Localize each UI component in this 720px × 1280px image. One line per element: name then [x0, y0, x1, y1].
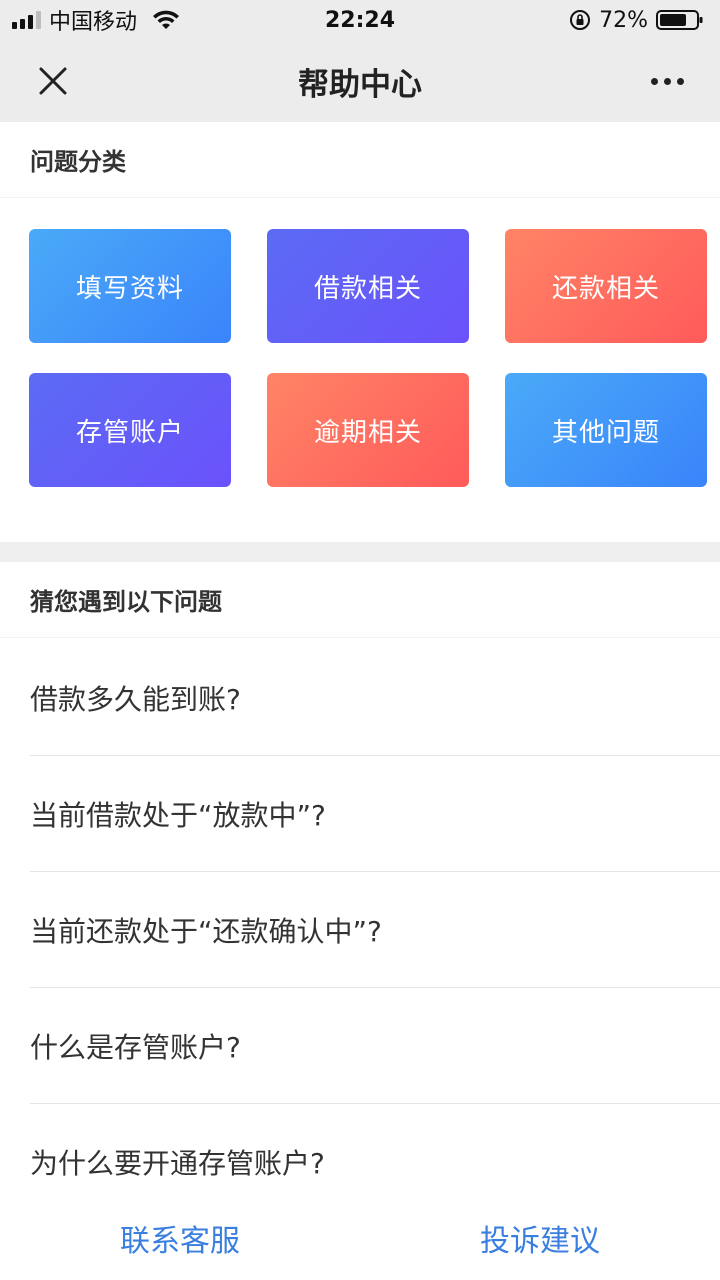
carrier-name: 中国移动 — [49, 10, 138, 35]
category-grid: 填写资料 借款相关 还款相关 存管账户 逾期相关 其他问题 — [0, 200, 720, 542]
status-bar: 中国移动 22:24 72% — [0, 0, 720, 40]
page-title: 帮助中心 — [298, 66, 422, 103]
category-section-heading: 问题分类 — [0, 122, 720, 198]
close-button[interactable] — [26, 56, 80, 106]
category-overdue[interactable]: 逾期相关 — [267, 373, 469, 487]
more-button[interactable] — [640, 56, 694, 106]
section-divider — [0, 542, 720, 562]
signal-icon — [12, 11, 41, 29]
more-dot-icon — [676, 77, 684, 85]
status-right: 72% — [569, 8, 704, 33]
faq-item[interactable]: 当前借款处于“放款中”? — [30, 756, 720, 872]
category-custody-account[interactable]: 存管账户 — [29, 373, 231, 487]
orientation-lock-icon — [570, 10, 591, 30]
contact-support-button[interactable]: 联系客服 — [0, 1196, 360, 1280]
more-dot-icon — [663, 77, 671, 85]
faq-item[interactable]: 借款多久能到账? — [30, 640, 720, 756]
footer-bar: 联系客服 投诉建议 — [0, 1196, 720, 1280]
faq-item[interactable]: 当前还款处于“还款确认中”? — [30, 872, 720, 988]
faq-section-heading: 猜您遇到以下问题 — [0, 562, 720, 638]
wifi-icon — [153, 10, 180, 29]
complaint-button[interactable]: 投诉建议 — [360, 1196, 720, 1280]
battery-percent: 72% — [599, 7, 648, 33]
close-icon — [39, 67, 67, 95]
category-other[interactable]: 其他问题 — [505, 373, 707, 487]
faq-item[interactable]: 什么是存管账户? — [30, 988, 720, 1104]
more-dot-icon — [650, 77, 658, 85]
category-repayment[interactable]: 还款相关 — [505, 229, 707, 343]
category-fill-info[interactable]: 填写资料 — [29, 229, 231, 343]
category-loan[interactable]: 借款相关 — [267, 229, 469, 343]
battery-icon — [656, 10, 703, 30]
status-left: 中国移动 — [12, 4, 181, 36]
nav-bar: 帮助中心 — [0, 40, 720, 122]
